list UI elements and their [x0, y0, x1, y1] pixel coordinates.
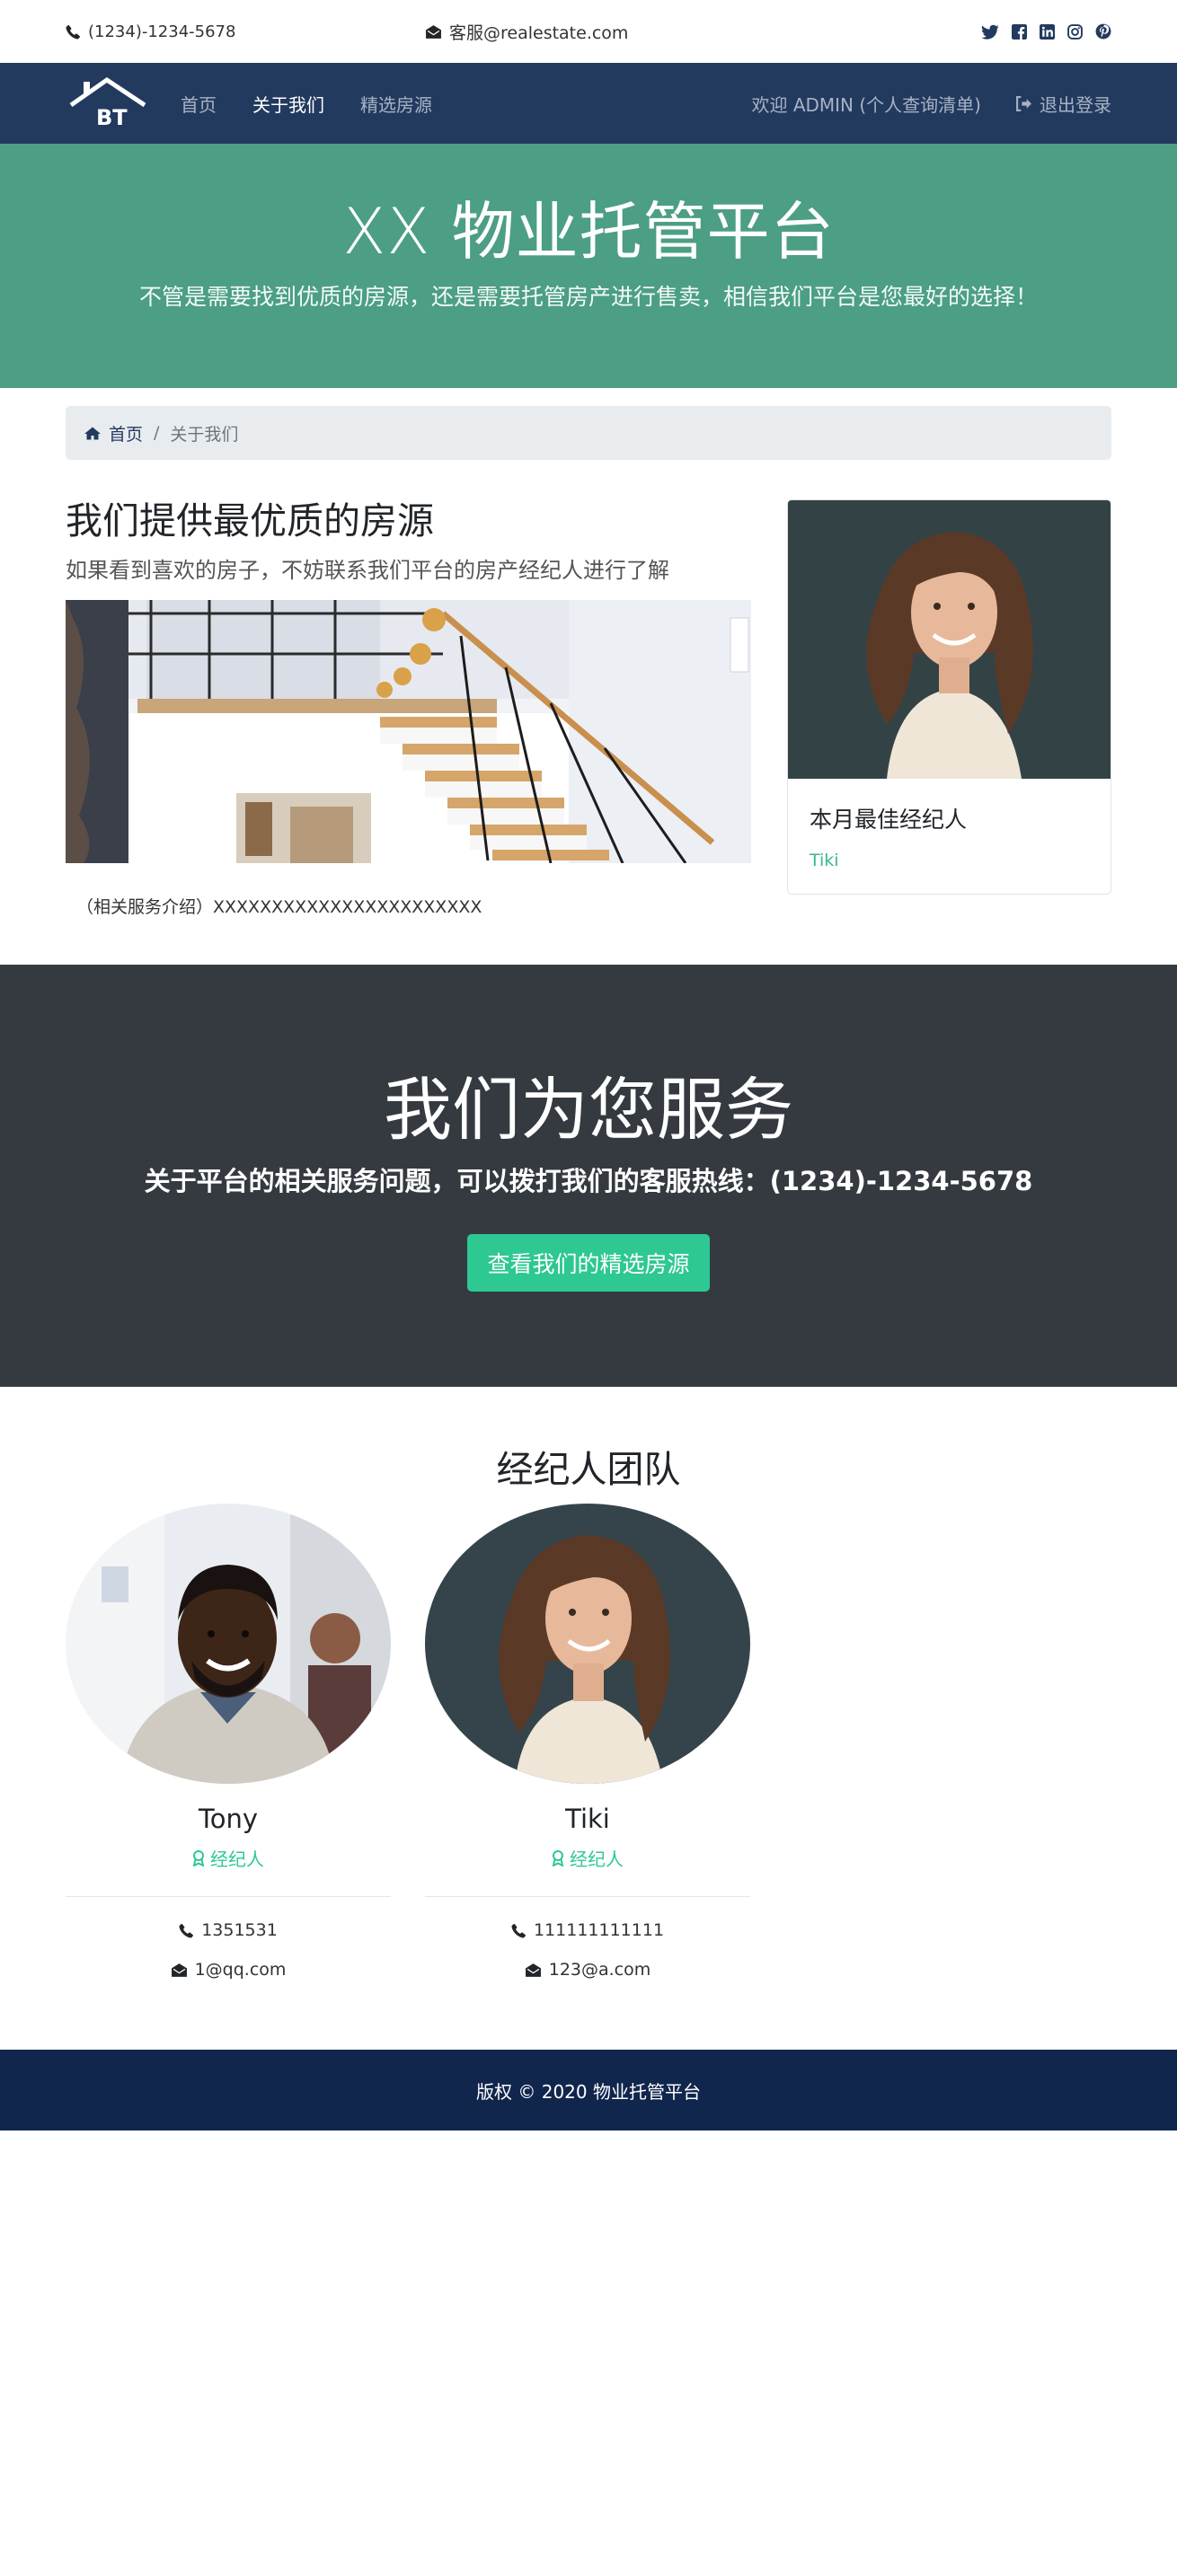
member-name: Tony — [198, 1804, 259, 1835]
social-links — [981, 23, 1111, 40]
divider — [425, 1896, 750, 1898]
breadcrumb-home[interactable]: 首页 — [84, 421, 143, 446]
topbar-email[interactable]: 客服@realestate.com — [425, 20, 628, 44]
envelope-open-icon — [525, 1963, 541, 1977]
logout-label: 退出登录 — [1040, 93, 1111, 116]
hero-banner: XX 物业托管平台 不管是需要找到优质的房源，还是需要托管房产进行售卖，相信我们… — [0, 144, 1177, 388]
footer: 版权 © 2020 物业托管平台 — [0, 2050, 1177, 2131]
breadcrumb: 首页 / 关于我们 — [66, 406, 1111, 460]
service-title: 我们为您服务 — [384, 1070, 793, 1151]
award-icon — [192, 1849, 205, 1866]
featured-listings-button[interactable]: 查看我们的精选房源 — [467, 1233, 710, 1292]
best-agent-title: 本月最佳经纪人 — [810, 807, 968, 833]
topbar-phone-text: (1234)-1234-5678 — [88, 22, 236, 41]
topbar-email-text: 客服@realestate.com — [449, 22, 629, 43]
top-bar: (1234)-1234-5678 客服@realestate.com — [0, 0, 1177, 63]
instagram-icon[interactable] — [1067, 23, 1083, 40]
hero-title: XX 物业托管平台 — [342, 195, 835, 269]
member-phone-text: 111111111111 — [533, 1920, 665, 1941]
nav-user-area: 欢迎 ADMIN (个人查询清单) 退出登录 — [751, 91, 1111, 117]
staircase-image — [66, 600, 751, 864]
hero-subtitle: 不管是需要找到优质的房源，还是需要托管房产进行售卖，相信我们平台是您最好的选择！ — [138, 284, 1038, 310]
breadcrumb-current: 关于我们 — [170, 424, 239, 445]
topbar-phone: (1234)-1234-5678 — [66, 22, 235, 41]
member-email-text: 1@qq.com — [194, 1960, 287, 1981]
linkedin-icon[interactable] — [1040, 23, 1055, 40]
nav-featured[interactable]: 精选房源 — [360, 91, 432, 117]
team-member-card: Tiki 经纪人 111111111111 123@a.com — [425, 1504, 750, 1980]
member-name: Tiki — [565, 1804, 610, 1835]
team-title: 经纪人团队 — [496, 1448, 681, 1492]
best-agent-name[interactable]: Tiki — [810, 851, 1111, 870]
service-text: 关于平台的相关服务问题，可以拨打我们的客服热线：(1234)-1234-5678 — [144, 1165, 1033, 1196]
member-role-label: 经纪人 — [570, 1848, 624, 1871]
member-email[interactable]: 1@qq.com — [66, 1960, 391, 1980]
service-section: 我们为您服务 关于平台的相关服务问题，可以拨打我们的客服热线：(1234)-12… — [0, 965, 1177, 1388]
avatar[interactable] — [66, 1504, 391, 1785]
member-role-label: 经纪人 — [210, 1848, 264, 1871]
sign-out-icon — [1016, 95, 1031, 111]
best-agent-card[interactable]: 本月最佳经纪人 Tiki — [787, 499, 1111, 895]
member-role: 经纪人 — [425, 1845, 750, 1871]
award-icon — [552, 1849, 564, 1866]
about-content: 我们提供最优质的房源 如果看到喜欢的房子，不妨联系我们平台的房产经纪人进行了解 — [66, 499, 751, 918]
envelope-open-icon — [426, 24, 441, 39]
member-email[interactable]: 123@a.com — [425, 1960, 750, 1980]
logout-button[interactable]: 退出登录 — [1015, 91, 1111, 117]
avatar[interactable] — [425, 1504, 750, 1785]
phone-icon — [66, 24, 80, 40]
member-role: 经纪人 — [66, 1845, 391, 1871]
logo[interactable]: BT — [66, 76, 150, 130]
breadcrumb-home-label: 首页 — [109, 424, 144, 445]
home-icon — [84, 427, 101, 439]
phone-icon — [511, 1923, 526, 1938]
about-heading: 我们提供最优质的房源 — [66, 499, 434, 543]
best-agent-photo — [788, 500, 1111, 779]
about-intro: （相关服务介绍）XXXXXXXXXXXXXXXXXXXXXXX — [76, 897, 482, 918]
navbar: BT 首页 关于我们 精选房源 欢迎 ADMIN (个人查询清单) 退出登录 — [0, 63, 1177, 144]
about-section: 我们提供最优质的房源 如果看到喜欢的房子，不妨联系我们平台的房产经纪人进行了解 — [66, 499, 1111, 918]
divider — [66, 1896, 391, 1898]
logo-text: BT — [96, 105, 128, 130]
member-phone-text: 1351531 — [201, 1920, 278, 1941]
phone-icon — [179, 1923, 194, 1938]
nav-about[interactable]: 关于我们 — [252, 91, 324, 117]
team-member-card: Tony 经纪人 1351531 1@qq.com — [66, 1504, 391, 1980]
member-phone[interactable]: 1351531 — [66, 1920, 391, 1940]
copyright-text: 版权 © 2020 物业托管平台 — [476, 2080, 701, 2103]
facebook-icon[interactable] — [1012, 23, 1027, 40]
about-lead: 如果看到喜欢的房子，不妨联系我们平台的房产经纪人进行了解 — [66, 558, 669, 584]
team-list: Tony 经纪人 1351531 1@qq.com Tiki 经纪人 11111… — [66, 1504, 1111, 1980]
nav-welcome[interactable]: 欢迎 ADMIN (个人查询清单) — [751, 91, 981, 117]
nav-home[interactable]: 首页 — [181, 91, 217, 117]
member-phone[interactable]: 111111111111 — [425, 1920, 750, 1940]
breadcrumb-separator: / — [154, 423, 160, 443]
member-email-text: 123@a.com — [548, 1960, 651, 1981]
pinterest-icon[interactable] — [1095, 23, 1111, 40]
envelope-open-icon — [171, 1963, 187, 1977]
twitter-icon[interactable] — [981, 24, 999, 40]
